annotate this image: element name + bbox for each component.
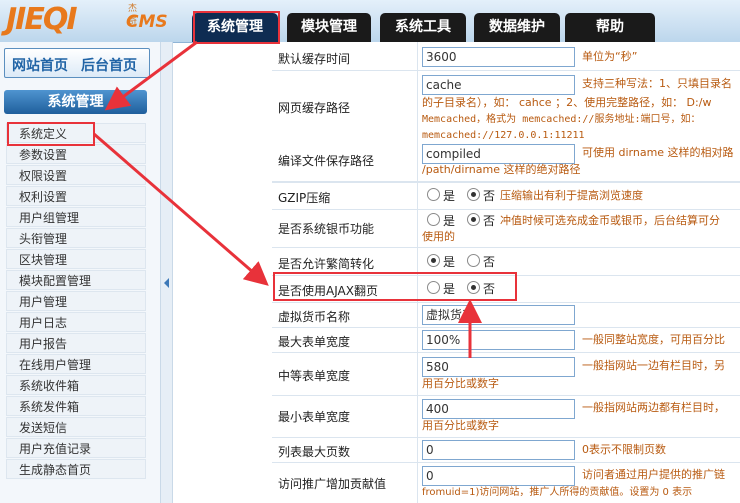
hint-promo-points-1: 访问者通过用户提供的推广链 <box>582 468 725 481</box>
tab-module-management[interactable]: 模块管理 <box>287 13 371 42</box>
label-silver: 是否系统银币功能 <box>278 222 375 236</box>
label-currency-name: 虚拟货币名称 <box>278 310 351 324</box>
hint-max-width: 一般同整站宽度，可用百分比 <box>582 333 725 346</box>
annotation-box-sidebar-item <box>7 122 95 146</box>
logo-mark: JIEQI <box>6 2 77 37</box>
hint-cache-time: 单位为“秒” <box>582 50 638 63</box>
sidebar-item-parameters[interactable]: 参数设置 <box>6 144 146 164</box>
hint-promo-points-2: fromuid=1)访问网站，推广人所得的贡献值。设置为 0 表示 <box>422 487 693 498</box>
radio-selected-icon <box>427 254 440 267</box>
max-pages-input[interactable]: 0 <box>422 440 575 460</box>
sidebar-item-generate-static[interactable]: 生成静态首页 <box>6 459 146 479</box>
gzip-no-radio[interactable]: 否 <box>467 187 495 205</box>
logo-cms: CMS <box>126 12 168 32</box>
sidebar-item-titles[interactable]: 头衔管理 <box>6 228 146 248</box>
sidebar-item-users[interactable]: 用户管理 <box>6 291 146 311</box>
row-min-width: 最小表单宽度 400 一般指网站两边都有栏目时， 用百分比或数字 <box>272 396 740 438</box>
label-cache-time: 默认缓存时间 <box>278 52 351 66</box>
row-currency-name: 虚拟货币名称 虚拟货币 <box>272 303 740 328</box>
cache-path-input[interactable]: cache <box>422 75 575 95</box>
sidebar-item-permissions[interactable]: 权限设置 <box>6 165 146 185</box>
simp-trad-no-radio[interactable]: 否 <box>467 253 495 271</box>
sidebar-item-send-sms[interactable]: 发送短信 <box>6 417 146 437</box>
row-gzip: GZIP压缩 是 否 压缩输出有利于提高浏览速度 <box>272 182 740 210</box>
hint-mid-width-1: 一般指网站一边有栏目时，另 <box>582 359 725 372</box>
label-cache-path: 网页缓存路径 <box>278 101 351 115</box>
tab-system-tools[interactable]: 系统工具 <box>380 13 466 42</box>
label-max-pages: 列表最大页数 <box>278 445 351 459</box>
simp-trad-yes-radio[interactable]: 是 <box>427 253 455 271</box>
hint-cache-path-1: 支持三种写法：1、只填目录名 <box>582 77 732 90</box>
promo-points-input[interactable]: 0 <box>422 466 575 486</box>
sidebar-item-module-config[interactable]: 模块配置管理 <box>6 270 146 290</box>
label-promo-points: 访问推广增加贡献值 <box>278 477 387 491</box>
hint-compile-path-1: 可使用 dirname 这样的相对路 <box>582 146 734 159</box>
hint-max-pages: 0表示不限制页数 <box>582 443 666 456</box>
sidebar-item-online-users[interactable]: 在线用户管理 <box>6 354 146 374</box>
min-width-input[interactable]: 400 <box>422 399 575 419</box>
row-cache-time: 默认缓存时间 3600 单位为“秒” <box>272 42 740 71</box>
label-mid-width: 中等表单宽度 <box>278 369 351 383</box>
row-mid-width: 中等表单宽度 580 一般指网站一边有栏目时，另 用百分比或数字 <box>272 353 740 396</box>
admin-home-link[interactable]: 后台首页 <box>81 55 137 75</box>
sidebar-item-rights[interactable]: 权利设置 <box>6 186 146 206</box>
site-home-link[interactable]: 网站首页 <box>12 55 68 75</box>
silver-no-radio[interactable]: 否 <box>467 212 495 230</box>
label-simp-trad: 是否允许繁简转化 <box>278 257 375 271</box>
label-compile-path: 编译文件保存路径 <box>278 154 375 168</box>
sidebar-item-blocks[interactable]: 区块管理 <box>6 249 146 269</box>
sidebar-item-user-groups[interactable]: 用户组管理 <box>6 207 146 227</box>
sidebar-item-user-reports[interactable]: 用户报告 <box>6 333 146 353</box>
radio-selected-icon <box>467 188 480 201</box>
sidebar-menu: 系统定义 参数设置 权限设置 权利设置 用户组管理 头衔管理 区块管理 模块配置… <box>6 123 146 480</box>
hint-compile-path-2: /path/dirname 这样的绝对路径 <box>422 163 581 176</box>
label-max-width: 最大表单宽度 <box>278 335 351 349</box>
annotation-box-tab <box>193 11 280 44</box>
hint-min-width-1: 一般指网站两边都有栏目时， <box>582 401 725 414</box>
radio-circle-icon <box>427 188 440 201</box>
row-max-width: 最大表单宽度 100% 一般同整站宽度，可用百分比 <box>272 328 740 353</box>
row-compile-path: 编译文件保存路径 compiled 可使用 dirname 这样的相对路 /pa… <box>272 140 740 182</box>
hint-silver-1: 冲值时候可选充成金币或银币，后台结算可分 <box>500 214 720 227</box>
hint-min-width-2: 用百分比或数字 <box>422 419 499 432</box>
sidebar: 网站首页 后台首页 系统管理 系统定义 参数设置 权限设置 权利设置 用户组管理… <box>0 42 161 503</box>
sidebar-item-user-logs[interactable]: 用户日志 <box>6 312 146 332</box>
hint-mid-width-2: 用百分比或数字 <box>422 377 499 390</box>
radio-selected-icon <box>467 213 480 226</box>
sidebar-item-outbox[interactable]: 系统发件箱 <box>6 396 146 416</box>
radio-circle-icon <box>467 254 480 267</box>
mid-width-input[interactable]: 580 <box>422 357 575 377</box>
annotation-box-ajax-row <box>273 272 517 301</box>
label-min-width: 最小表单宽度 <box>278 410 351 424</box>
sidebar-splitter[interactable] <box>161 42 173 503</box>
tab-help[interactable]: 帮助 <box>565 13 655 42</box>
hint-silver-2: 使用的 <box>422 230 455 243</box>
radio-circle-icon <box>427 213 440 226</box>
header-bar: JIEQI 杰奇 CMS 系统管理 模块管理 系统工具 数据维护 帮助 <box>0 0 740 43</box>
collapse-arrow-icon[interactable] <box>164 278 169 288</box>
sidebar-section-title[interactable]: 系统管理 <box>4 90 147 114</box>
currency-name-input[interactable]: 虚拟货币 <box>422 305 575 325</box>
gzip-yes-radio[interactable]: 是 <box>427 187 455 205</box>
cache-time-input[interactable]: 3600 <box>422 47 575 67</box>
row-max-pages: 列表最大页数 0 0表示不限制页数 <box>272 438 740 463</box>
max-width-input[interactable]: 100% <box>422 330 575 350</box>
sidebar-item-recharge-records[interactable]: 用户充值记录 <box>6 438 146 458</box>
hint-gzip: 压缩输出有利于提高浏览速度 <box>500 189 643 202</box>
row-silver: 是否系统银币功能 是 否 冲值时候可选充成金币或银币，后台结算可分 使用的 <box>272 210 740 248</box>
tab-data-maintenance[interactable]: 数据维护 <box>474 13 560 42</box>
row-promo-points: 访问推广增加贡献值 0 访问者通过用户提供的推广链 fromuid=1)访问网站… <box>272 463 740 503</box>
sidebar-item-inbox[interactable]: 系统收件箱 <box>6 375 146 395</box>
label-gzip: GZIP压缩 <box>278 191 331 205</box>
home-links: 网站首页 后台首页 <box>4 48 150 78</box>
hint-cache-path-2: 的子目录名），如： cahce ；2、使用完整路径，如： D:/w <box>422 96 712 109</box>
